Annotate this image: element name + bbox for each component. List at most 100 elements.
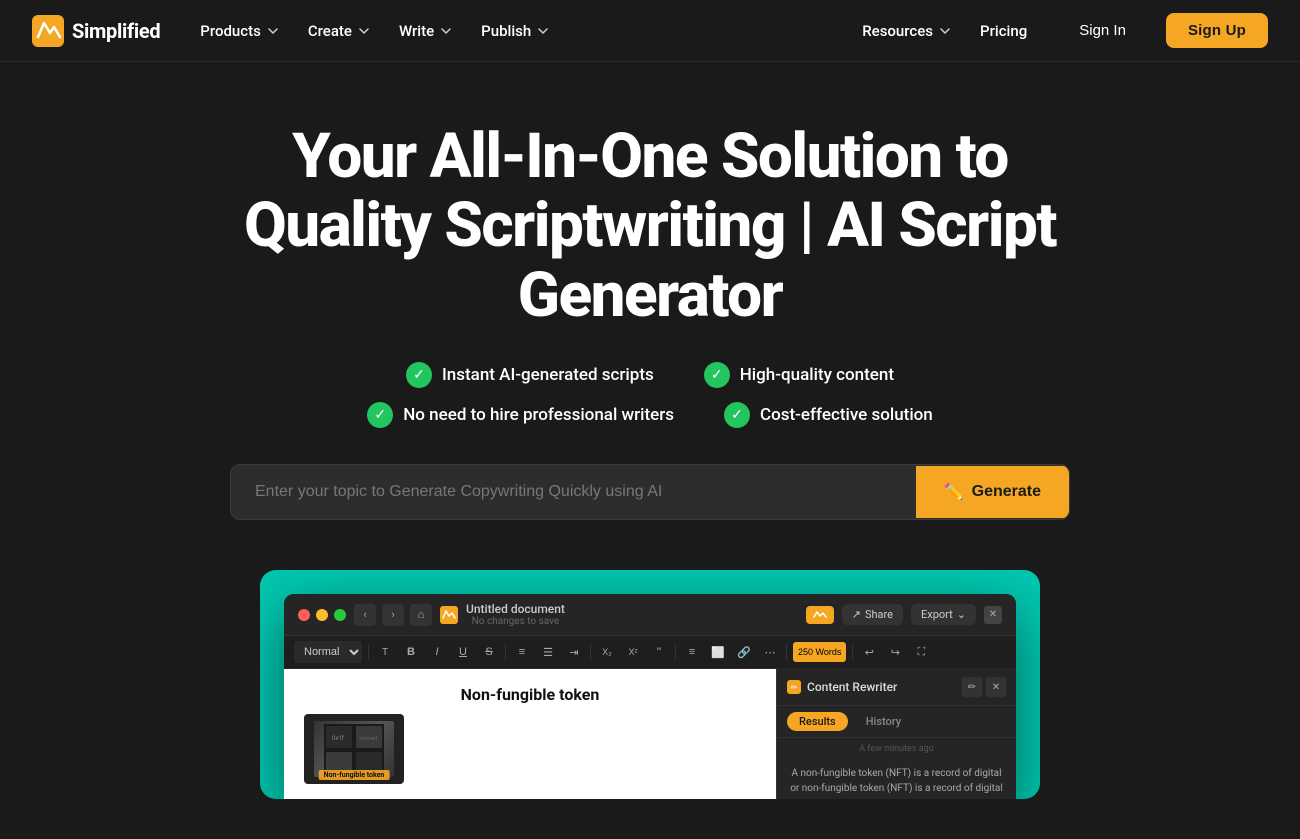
check-icon-3: ✓ — [367, 402, 393, 428]
feature-text-2: High-quality content — [740, 365, 894, 385]
link-button[interactable]: 🔗 — [734, 642, 754, 662]
logo[interactable]: Simplified — [32, 15, 160, 47]
nav-links: Products Create Write Publish — [188, 14, 562, 48]
list-ol-button[interactable]: ≡ — [512, 642, 532, 662]
panel-close-button[interactable]: ✕ — [986, 677, 1006, 697]
feature-text-4: Cost-effective solution — [760, 405, 933, 425]
nav-item-publish[interactable]: Publish — [469, 14, 562, 48]
svg-text:contract: contract — [359, 736, 378, 742]
redo-button[interactable]: ↪ — [885, 642, 905, 662]
generate-button[interactable]: ✏️ Generate — [916, 466, 1069, 518]
hero-features-row-2: ✓ No need to hire professional writers ✓… — [367, 402, 933, 428]
tab-history[interactable]: History — [854, 712, 913, 731]
bold-button[interactable]: B — [401, 642, 421, 662]
nav-item-create[interactable]: Create — [296, 14, 383, 48]
align-button[interactable]: ≡ — [682, 642, 702, 662]
strikethrough-button[interactable]: S — [479, 642, 499, 662]
doc-heading: Non-fungible token — [304, 685, 756, 704]
app-icon-small — [806, 606, 834, 624]
font-size-button[interactable]: T — [375, 642, 395, 662]
superscript-button[interactable]: X² — [623, 642, 643, 662]
chevron-down-icon — [938, 24, 952, 38]
image-button[interactable]: ⬜ — [708, 642, 728, 662]
logo-icon — [32, 15, 64, 47]
nav-forward-icon[interactable]: › — [382, 604, 404, 626]
feature-text-3: No need to hire professional writers — [403, 405, 674, 425]
panel-content-text: A non-fungible token (NFT) is a record o… — [777, 760, 1016, 799]
subscript-button[interactable]: X₂ — [597, 642, 617, 662]
brand-name: Simplified — [72, 19, 160, 43]
toolbar-separator-4 — [675, 644, 676, 660]
nav-left: Simplified Products Create Write — [32, 14, 562, 48]
doc-image: 0x1f contract Non-fungible token — [304, 714, 404, 784]
nav-item-resources[interactable]: Resources — [850, 14, 964, 48]
doc-subtitle: No changes to save — [472, 616, 560, 627]
nav-right: Resources Pricing Sign In Sign Up — [850, 13, 1268, 48]
panel-title: Content Rewriter — [807, 680, 897, 694]
toolbar-separator-3 — [590, 644, 591, 660]
doc-image-inner: 0x1f contract — [314, 721, 394, 777]
close-panel-button[interactable]: ✕ — [984, 606, 1002, 624]
fullscreen-button[interactable]: ⛶ — [911, 642, 931, 662]
panel-time: A few minutes ago — [777, 738, 1016, 760]
search-input[interactable] — [231, 465, 916, 519]
tl-yellow — [316, 609, 328, 621]
toolbar-separator-2 — [505, 644, 506, 660]
search-bar: ✏️ Generate — [230, 464, 1070, 520]
feature-item-2: ✓ High-quality content — [704, 362, 894, 388]
indent-button[interactable]: ⇥ — [564, 642, 584, 662]
navbar: Simplified Products Create Write — [0, 0, 1300, 62]
check-icon-1: ✓ — [406, 362, 432, 388]
check-icon-4: ✓ — [724, 402, 750, 428]
signup-button[interactable]: Sign Up — [1166, 13, 1268, 48]
hero-features-row-1: ✓ Instant AI-generated scripts ✓ High-qu… — [367, 362, 933, 388]
chevron-down-icon — [536, 24, 550, 38]
tl-red — [298, 609, 310, 621]
check-icon-2: ✓ — [704, 362, 730, 388]
app-toolbar: Normal T B I U S ≡ ☰ ⇥ X₂ X² " ≡ ⬜ 🔗 — [284, 636, 1016, 669]
undo-button[interactable]: ↩ — [859, 642, 879, 662]
side-panel: ✏ Content Rewriter ✏ ✕ Results History A… — [776, 669, 1016, 799]
more-button[interactable]: ⋯ — [760, 642, 780, 662]
feature-item-3: ✓ No need to hire professional writers — [367, 402, 674, 428]
hero-section: Your All-In-One Solution to Quality Scri… — [0, 62, 1300, 839]
nav-back-icon[interactable]: ‹ — [354, 604, 376, 626]
italic-button[interactable]: I — [427, 642, 447, 662]
feature-text-1: Instant AI-generated scripts — [442, 365, 654, 385]
nav-home-icon[interactable]: ⌂ — [410, 604, 432, 626]
app-logo-small — [440, 606, 458, 624]
share-button-small[interactable]: ↗ Share — [842, 604, 903, 625]
doc-image-label: Non-fungible token — [319, 770, 390, 780]
font-style-select[interactable]: Normal — [294, 641, 362, 663]
toolbar-separator-5 — [786, 644, 787, 660]
titlebar-right: ↗ Share Export ⌄ ✕ — [806, 604, 1002, 625]
app-content: Non-fungible token 0x1f contr — [284, 669, 1016, 799]
panel-header: ✏ Content Rewriter ✏ ✕ — [777, 669, 1016, 706]
toolbar-separator-6 — [852, 644, 853, 660]
app-window: ‹ › ⌂ Untitled document No changes to sa… — [284, 594, 1016, 799]
hero-features: ✓ Instant AI-generated scripts ✓ High-qu… — [367, 362, 933, 428]
chevron-down-icon — [439, 24, 453, 38]
feature-item-1: ✓ Instant AI-generated scripts — [406, 362, 654, 388]
traffic-lights — [298, 609, 346, 621]
titlebar-left: ‹ › ⌂ Untitled document No changes to sa… — [298, 602, 565, 627]
nav-item-write[interactable]: Write — [387, 14, 465, 48]
nft-image-svg: 0x1f contract — [324, 724, 384, 774]
svg-text:0x1f: 0x1f — [332, 735, 345, 742]
chevron-down-icon — [266, 24, 280, 38]
panel-edit-button[interactable]: ✏ — [962, 677, 982, 697]
chevron-down-icon — [357, 24, 371, 38]
tab-results[interactable]: Results — [787, 712, 848, 731]
nav-item-pricing[interactable]: Pricing — [968, 14, 1039, 48]
highlight-button[interactable]: 250 Words — [793, 642, 846, 662]
chevron-down-icon-small: ⌄ — [957, 608, 966, 621]
list-ul-button[interactable]: ☰ — [538, 642, 558, 662]
feature-item-4: ✓ Cost-effective solution — [724, 402, 933, 428]
export-button-small[interactable]: Export ⌄ — [911, 604, 976, 625]
nav-item-products[interactable]: Products — [188, 14, 292, 48]
quote-button[interactable]: " — [649, 642, 669, 662]
signin-button[interactable]: Sign In — [1059, 14, 1146, 47]
panel-title-icon: ✏ — [787, 680, 801, 694]
underline-button[interactable]: U — [453, 642, 473, 662]
tl-green — [334, 609, 346, 621]
